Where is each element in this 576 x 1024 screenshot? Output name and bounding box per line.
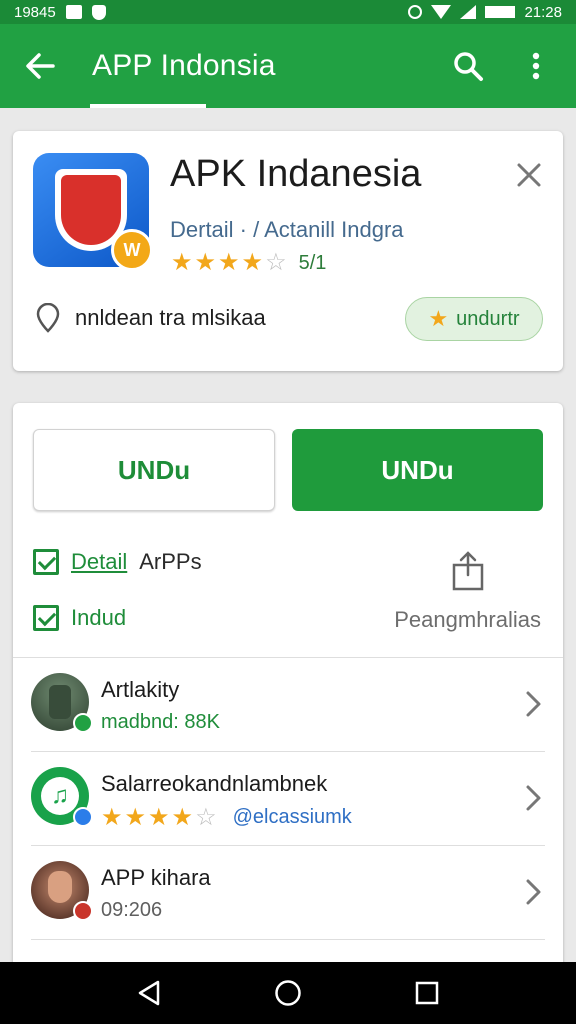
share-icon	[452, 551, 483, 591]
app-icon: W	[33, 153, 153, 271]
nav-recents-button[interactable]	[403, 969, 451, 1017]
checkbox-checked-icon[interactable]	[33, 605, 59, 631]
chip-label: undur​​tr	[456, 307, 520, 330]
list-item-subtitle: madbnd: 88K	[101, 711, 220, 733]
list-item-title: Artlakity	[101, 677, 180, 702]
rating-text: 5/1	[298, 252, 327, 274]
alarm-icon	[408, 5, 423, 19]
close-button[interactable]	[511, 157, 547, 193]
share-button[interactable]: Peangmhralias	[394, 549, 541, 633]
badge-icon	[73, 807, 93, 827]
nav-home-icon	[275, 980, 301, 1006]
list-item-title: APP kihara	[101, 865, 211, 890]
star-icon: ★	[218, 249, 240, 276]
star-icon: ★	[171, 804, 194, 831]
download-primary-button[interactable]: UNDu	[292, 429, 543, 511]
badge-icon	[73, 713, 93, 733]
list-item[interactable]: APP kihara 09:206	[13, 847, 563, 939]
status-bar: 19845 21:28	[0, 0, 576, 24]
details-card: UNDu UNDu Detail ArPPs Indud Peangmhrali…	[13, 403, 563, 983]
star-icon: ★	[171, 249, 193, 276]
shield-notification-icon	[91, 4, 106, 20]
signal-icon	[460, 5, 477, 19]
download-chip[interactable]: ★ undur​​tr	[405, 297, 543, 341]
system-nav-bar	[0, 962, 576, 1024]
detail-apps-row[interactable]: Detail ArPPs	[33, 549, 202, 575]
apps-label: ArPPs	[139, 549, 202, 574]
more-options-button[interactable]	[514, 44, 558, 88]
star-empty-icon: ☆	[265, 249, 287, 276]
avatar: ♫	[31, 767, 93, 827]
search-icon	[454, 52, 483, 81]
list-item[interactable]: Artlakity madbnd: 88K	[13, 659, 563, 751]
app-bar-title: APP Indonsia	[92, 49, 276, 82]
star-empty-icon: ☆	[195, 804, 217, 831]
search-button[interactable]	[446, 44, 490, 88]
list-item-subtitle: 09:206	[101, 899, 163, 921]
more-vert-icon	[532, 52, 540, 80]
description-row: nnldean tra mlsikaa	[35, 303, 266, 333]
divider	[13, 657, 563, 658]
image-notification-icon	[65, 5, 82, 19]
star-icon: ★	[241, 249, 264, 276]
download-secondary-button[interactable]: UNDu	[33, 429, 275, 511]
star-icon: ★	[124, 804, 147, 831]
app-name: APK Indanesia	[170, 153, 422, 195]
divider	[31, 939, 545, 940]
location-pin-icon	[36, 303, 60, 333]
star-icon: ★	[101, 804, 123, 831]
close-icon	[517, 163, 541, 187]
avatar	[31, 673, 93, 733]
badge-icon	[73, 901, 93, 921]
status-time-left: 19845	[14, 3, 56, 21]
nav-back-button[interactable]	[125, 969, 173, 1017]
list-item[interactable]: ♫ Salarreokandnlambnek ★ ★ ★ ★ ☆ @elcass…	[13, 753, 563, 845]
arrow-back-icon	[26, 53, 55, 79]
list-item-handle: @elcassiumk	[232, 806, 352, 828]
divider	[31, 751, 545, 752]
status-time-right: 21:28	[524, 3, 562, 21]
share-label: Peangmhralias	[394, 607, 541, 632]
app-badge-icon: W	[111, 229, 153, 271]
wifi-icon	[431, 5, 452, 19]
checkbox-checked-icon[interactable]	[33, 549, 59, 575]
chevron-right-icon	[526, 879, 541, 905]
indud-label: Indud	[71, 605, 127, 630]
chevron-right-icon	[526, 785, 541, 811]
avatar	[31, 861, 93, 921]
indud-row[interactable]: Indud	[33, 605, 126, 631]
app-rating: ★ ★ ★ ★ ☆ 5/1	[171, 251, 326, 275]
star-icon: ★	[148, 804, 170, 831]
nav-recents-icon	[415, 981, 438, 1005]
description-text: nnldean tra mlsikaa	[75, 305, 266, 330]
app-info-card: W APK Indanesia Dertail · / Actanill Ind…	[13, 131, 563, 371]
music-note-icon: ♫	[41, 777, 79, 815]
back-button[interactable]	[18, 44, 62, 88]
list-item-title: Salarreokandnlambnek	[101, 771, 328, 796]
nav-back-icon	[139, 980, 160, 1006]
tab-indicator	[90, 104, 206, 108]
star-icon: ★	[428, 306, 449, 331]
divider	[31, 845, 545, 846]
detail-link[interactable]: Detail	[71, 549, 127, 575]
chevron-right-icon	[526, 691, 541, 717]
battery-icon	[485, 6, 516, 18]
list-item-rating: ★ ★ ★ ★ ☆ @elcassiumk	[101, 803, 352, 832]
app-bar: APP Indonsia	[0, 24, 576, 108]
nav-home-button[interactable]	[264, 969, 312, 1017]
star-icon: ★	[194, 249, 217, 276]
app-subtitle: Dertail · / Actanill Indgra	[170, 217, 404, 242]
